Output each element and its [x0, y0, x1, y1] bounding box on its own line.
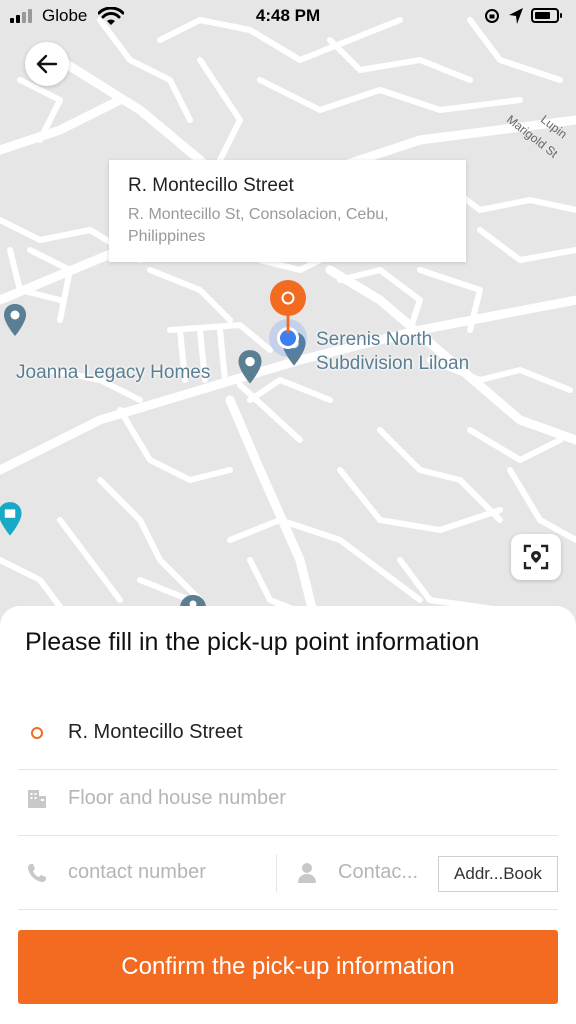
address-text: R. Montecillo Street [68, 721, 243, 743]
locate-icon [523, 544, 549, 570]
building-icon [26, 762, 48, 835]
back-button[interactable] [25, 42, 69, 86]
contact-name-input[interactable]: Contac... [338, 836, 418, 909]
battery-icon [531, 8, 562, 23]
contact-number-input[interactable]: contact number [68, 836, 206, 909]
contact-row: contact number Contac... Addr...Book [18, 836, 558, 910]
school-pin-icon [0, 502, 22, 536]
divider [276, 854, 277, 892]
location-callout[interactable]: R. Montecillo Street R. Montecillo St, C… [109, 160, 466, 262]
circle-icon [26, 696, 48, 769]
location-arrow-icon [509, 8, 523, 24]
confirm-button[interactable]: Confirm the pick-up information [18, 930, 558, 1004]
pickup-pin-icon[interactable] [268, 279, 308, 337]
poi-label-joanna: Joanna Legacy Homes [16, 362, 211, 383]
floor-input[interactable]: Floor and house number [68, 762, 286, 835]
orientation-lock-icon [485, 9, 499, 23]
poi-pin-icon [4, 304, 26, 336]
sheet-title: Please fill in the pick-up point informa… [25, 628, 480, 656]
poi-label-serenis: Serenis North Subdivision Liloan [316, 329, 470, 374]
status-bar: Globe 4:48 PM [0, 0, 576, 34]
floor-row[interactable]: Floor and house number [18, 762, 558, 836]
arrow-left-icon [36, 54, 58, 74]
poi-pin-icon [238, 350, 262, 384]
phone-icon [26, 836, 48, 909]
locate-button[interactable] [511, 534, 561, 580]
callout-address: R. Montecillo St, Consolacion, Cebu, Phi… [128, 206, 389, 245]
callout-title: R. Montecillo Street [128, 175, 294, 196]
address-book-button[interactable]: Addr...Book [438, 856, 558, 892]
person-icon [296, 836, 318, 909]
pickup-form-sheet: Please fill in the pick-up point informa… [0, 606, 576, 1024]
address-row[interactable]: R. Montecillo Street [18, 696, 558, 770]
